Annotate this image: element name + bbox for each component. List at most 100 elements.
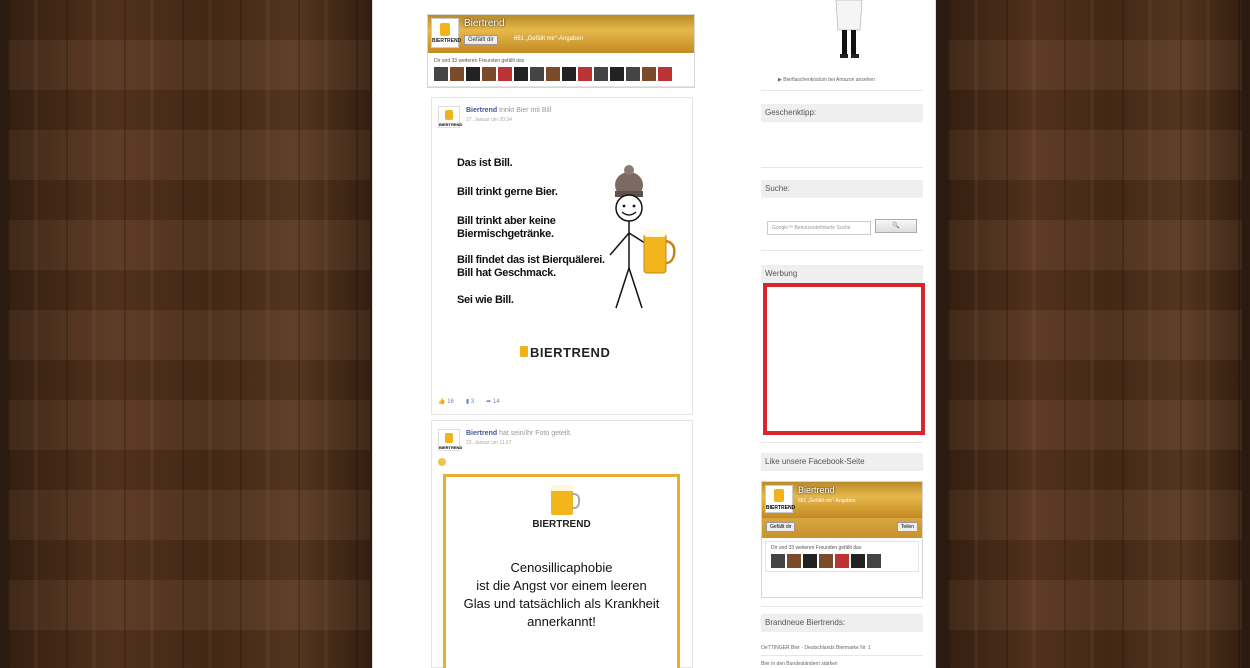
avatar[interactable]: [642, 67, 656, 81]
wood-background-right: [948, 0, 1242, 668]
facebook-heading: Like unsere Facebook-Seite: [761, 453, 923, 471]
bill-line-1: Das ist Bill.: [457, 157, 513, 169]
gift-heading: Geschenktipp:: [761, 104, 923, 122]
divider: [761, 442, 923, 443]
new-trends-heading: Brandneue Biertrends:: [761, 614, 923, 632]
avatar[interactable]: [498, 67, 512, 81]
like-count: 661 „Gefällt mir“-Angaben: [514, 36, 584, 42]
avatar[interactable]: [594, 67, 608, 81]
wood-background-left: [8, 0, 370, 668]
post-action: trinkt Bier mit Bill: [499, 107, 552, 114]
avatar[interactable]: [851, 554, 865, 568]
divider: [761, 90, 923, 91]
avatar[interactable]: [610, 67, 624, 81]
like-button[interactable]: Gefällt dir: [464, 35, 498, 45]
like-button[interactable]: Gefällt dir: [766, 522, 796, 532]
post-author-link[interactable]: Biertrend: [466, 430, 497, 437]
friends-like-row: Dir und 33 weiteren Freunden gefällt das: [765, 541, 919, 572]
avatar[interactable]: [626, 67, 640, 81]
search-input[interactable]: Google™ Benutzerdefinierte Suche: [767, 221, 871, 235]
avatar[interactable]: [835, 554, 849, 568]
avatar[interactable]: [787, 554, 801, 568]
comment-action[interactable]: ▮ 3: [466, 398, 474, 405]
avatar[interactable]: [867, 554, 881, 568]
page-name-link[interactable]: Biertrend: [798, 485, 835, 495]
post-timestamp[interactable]: 27. Januar um 20:34: [466, 117, 512, 123]
friend-avatars[interactable]: [434, 67, 688, 81]
thumbs-up-icon: 👍: [438, 399, 446, 405]
trend-link[interactable]: Bier in den Bundesländern stärken: [761, 661, 838, 667]
facebook-action-bar: Gefällt dir Teilen: [762, 518, 922, 538]
avatar[interactable]: [466, 67, 480, 81]
card-line: Glas und tatsächlich als Krankheit: [463, 596, 660, 611]
bill-line-6: Bill hat Geschmack.: [457, 267, 556, 279]
like-count: 16: [447, 399, 454, 405]
avatar[interactable]: [658, 67, 672, 81]
card-logo: BIERTREND: [446, 485, 677, 530]
biertrend-logo[interactable]: BIERTREND: [431, 18, 461, 48]
post-author-link[interactable]: Biertrend: [466, 107, 497, 114]
bill-line-7: Sei wie Bill.: [457, 294, 514, 306]
search-heading: Suche:: [761, 180, 923, 198]
bill-line-4: Biermischgetränke.: [457, 228, 554, 240]
facebook-cover: BIERTREND Biertrend 661 „Gefällt mir“-An…: [762, 482, 922, 518]
comment-count: 3: [470, 399, 475, 405]
friends-text: Dir und 33 weiteren Freunden gefällt das: [434, 58, 525, 64]
beer-bottle-costume-image[interactable]: [830, 0, 868, 60]
post-author-line: Biertrend hat sein/ihr Foto geteilt.: [466, 430, 572, 437]
emoji-icon: [438, 458, 446, 466]
avatar[interactable]: [771, 554, 785, 568]
search-button[interactable]: 🔍: [875, 219, 917, 233]
post-author-avatar[interactable]: BIERTREND: [438, 429, 462, 451]
avatar[interactable]: [819, 554, 833, 568]
trend-link[interactable]: OeTTINGER Bier - Deutschlands Biermarke …: [761, 645, 871, 651]
bill-line-3: Bill trinkt aber keine: [457, 215, 556, 227]
avatar[interactable]: [450, 67, 464, 81]
divider: [761, 167, 923, 168]
comment-icon: ▮: [465, 399, 470, 405]
bill-line-2: Bill trinkt gerne Bier.: [457, 186, 558, 198]
avatar[interactable]: [578, 67, 592, 81]
share-action[interactable]: ➦ 14: [486, 398, 499, 405]
search-icon: 🔍: [892, 223, 900, 229]
avatar[interactable]: [803, 554, 817, 568]
avatar[interactable]: [546, 67, 560, 81]
friend-avatars[interactable]: [771, 554, 913, 568]
biertrend-logo[interactable]: BIERTREND: [765, 485, 795, 513]
card-brand: BIERTREND: [532, 519, 591, 530]
amazon-link[interactable]: ▶ Bierflaschenkostüm bei Amazon ansehen: [778, 77, 875, 83]
avatar[interactable]: [514, 67, 528, 81]
facebook-page-widget-sidebar[interactable]: BIERTREND Biertrend 661 „Gefällt mir“-An…: [761, 481, 923, 598]
divider: [761, 655, 923, 656]
facebook-page-widget[interactable]: BIERTREND Biertrend Gefällt dir 661 „Gef…: [427, 14, 695, 88]
divider: [761, 250, 923, 251]
shared-photo-card[interactable]: BIERTREND Cenosillicaphobie ist die Angs…: [443, 474, 680, 668]
like-action[interactable]: 👍 16: [438, 398, 454, 405]
ad-slot[interactable]: [763, 283, 925, 435]
stick-figure-with-beer: [609, 165, 676, 309]
beer-mug-icon: [550, 485, 580, 515]
friends-text: Dir und 33 weiteren Freunden gefällt das: [771, 545, 862, 551]
page-name-link[interactable]: Biertrend: [464, 18, 505, 29]
avatar[interactable]: [562, 67, 576, 81]
post-author-line: Biertrend trinkt Bier mit Bill: [466, 107, 551, 114]
avatar[interactable]: [434, 67, 448, 81]
post-action: hat sein/ihr Foto geteilt.: [499, 430, 572, 437]
post-actions: 👍 16 ▮ 3 ➦ 14: [438, 398, 500, 405]
facebook-cover: BIERTREND Biertrend Gefällt dir 661 „Gef…: [428, 15, 694, 53]
ad-heading: Werbung: [761, 265, 923, 283]
avatar[interactable]: [530, 67, 544, 81]
card-line: annerkannt!: [527, 614, 596, 629]
like-count: 661 „Gefällt mir“-Angaben: [798, 498, 856, 504]
share-button[interactable]: Teilen: [896, 522, 918, 532]
friends-like-row: Dir und 33 weiteren Freunden gefällt das: [428, 53, 694, 87]
divider: [761, 606, 923, 607]
bill-line-5: Bill findet das ist Bierquälerei.: [457, 254, 605, 266]
post-author-avatar[interactable]: BIERTREND: [438, 106, 462, 128]
card-text: Cenosillicaphobie ist die Angst vor eine…: [446, 559, 677, 631]
share-count: 14: [492, 399, 500, 405]
avatar[interactable]: [482, 67, 496, 81]
biertrend-brand-mark: BIERTREND: [520, 345, 610, 360]
card-line: Cenosillicaphobie: [510, 560, 613, 575]
post-timestamp[interactable]: 23. Januar um 11:37: [466, 440, 512, 446]
